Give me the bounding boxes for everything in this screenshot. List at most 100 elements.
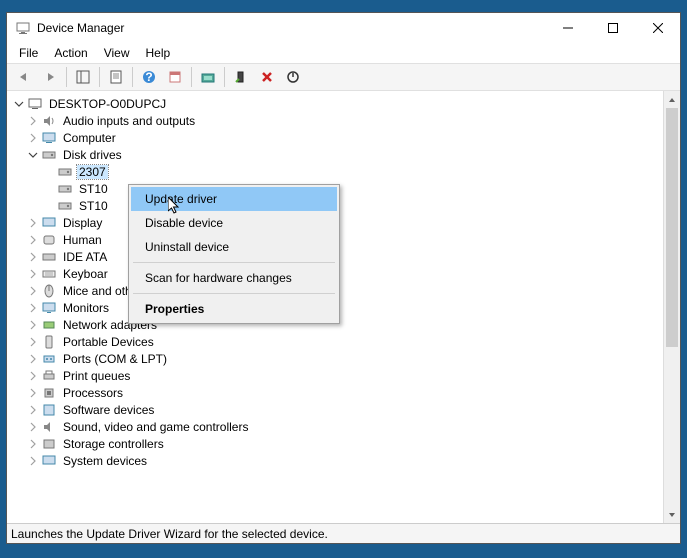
expander-icon[interactable] bbox=[25, 385, 41, 401]
expander-icon[interactable] bbox=[25, 419, 41, 435]
expander-icon[interactable] bbox=[25, 113, 41, 129]
expander-icon[interactable] bbox=[25, 368, 41, 384]
context-separator bbox=[133, 262, 335, 263]
tree-category-processors[interactable]: Processors bbox=[11, 384, 663, 401]
menu-help[interactable]: Help bbox=[138, 44, 179, 62]
computer-icon bbox=[27, 96, 43, 112]
portable-icon bbox=[41, 334, 57, 350]
expander-icon[interactable] bbox=[25, 249, 41, 265]
properties-button[interactable] bbox=[104, 65, 128, 89]
tree-category-printqueues[interactable]: Print queues bbox=[11, 367, 663, 384]
tree-node-label: Ports (COM & LPT) bbox=[61, 352, 169, 366]
tree-node-label: Sound, video and game controllers bbox=[61, 420, 250, 434]
computer-icon bbox=[41, 130, 57, 146]
tree-node-label: Audio inputs and outputs bbox=[61, 114, 197, 128]
context-disable-device[interactable]: Disable device bbox=[131, 211, 337, 235]
tree-node-label: Storage controllers bbox=[61, 437, 166, 451]
menu-view[interactable]: View bbox=[96, 44, 138, 62]
scroll-track[interactable] bbox=[664, 108, 680, 506]
disable-button[interactable] bbox=[281, 65, 305, 89]
tree-node-label: Monitors bbox=[61, 301, 111, 315]
uninstall-button[interactable] bbox=[255, 65, 279, 89]
update-driver-button[interactable] bbox=[229, 65, 253, 89]
content-area: DESKTOP-O0DUPCJ Audio inputs and outputs… bbox=[7, 91, 680, 523]
tree-category-portable[interactable]: Portable Devices bbox=[11, 333, 663, 350]
mouse-icon bbox=[41, 283, 57, 299]
expander-icon[interactable] bbox=[25, 334, 41, 350]
tree-node-label: Display bbox=[61, 216, 104, 230]
expander-icon[interactable] bbox=[11, 96, 27, 112]
tree-node-label: Software devices bbox=[61, 403, 156, 417]
printer-icon bbox=[41, 368, 57, 384]
tree-category-storage[interactable]: Storage controllers bbox=[11, 435, 663, 452]
software-icon bbox=[41, 402, 57, 418]
disk-icon bbox=[41, 147, 57, 163]
window-controls bbox=[545, 13, 680, 43]
expander-icon[interactable] bbox=[25, 453, 41, 469]
tree-category-ports[interactable]: Ports (COM & LPT) bbox=[11, 350, 663, 367]
toolbar: ? bbox=[7, 63, 680, 91]
tree-node-label: Processors bbox=[61, 386, 125, 400]
toolbar-separator bbox=[132, 67, 133, 87]
expander-icon[interactable] bbox=[25, 300, 41, 316]
tree-node-label: Print queues bbox=[61, 369, 132, 383]
context-scan-hardware[interactable]: Scan for hardware changes bbox=[131, 266, 337, 290]
cpu-icon bbox=[41, 385, 57, 401]
display-icon bbox=[41, 215, 57, 231]
toolbar-separator bbox=[224, 67, 225, 87]
tree-category-software[interactable]: Software devices bbox=[11, 401, 663, 418]
expander-icon[interactable] bbox=[25, 351, 41, 367]
scroll-down-button[interactable] bbox=[664, 506, 680, 523]
expander-icon[interactable] bbox=[25, 232, 41, 248]
expander-icon[interactable] bbox=[25, 402, 41, 418]
context-uninstall-device[interactable]: Uninstall device bbox=[131, 235, 337, 259]
ide-icon bbox=[41, 249, 57, 265]
tree-device-disk[interactable]: 2307 bbox=[11, 163, 663, 180]
expander-icon[interactable] bbox=[25, 266, 41, 282]
network-icon bbox=[41, 317, 57, 333]
tree-node-label: IDE ATA bbox=[61, 250, 109, 264]
port-icon bbox=[41, 351, 57, 367]
expander-icon[interactable] bbox=[25, 317, 41, 333]
expander-icon[interactable] bbox=[25, 215, 41, 231]
forward-button[interactable] bbox=[38, 65, 62, 89]
back-button[interactable] bbox=[12, 65, 36, 89]
tree-category-disk-drives[interactable]: Disk drives bbox=[11, 146, 663, 163]
scroll-thumb[interactable] bbox=[666, 108, 678, 347]
toolbar-separator bbox=[191, 67, 192, 87]
expander-icon[interactable] bbox=[25, 436, 41, 452]
context-update-driver[interactable]: Update driver bbox=[131, 187, 337, 211]
maximize-button[interactable] bbox=[590, 13, 635, 43]
context-properties[interactable]: Properties bbox=[131, 297, 337, 321]
help-button[interactable]: ? bbox=[137, 65, 161, 89]
menu-file[interactable]: File bbox=[11, 44, 46, 62]
action-button[interactable] bbox=[163, 65, 187, 89]
context-separator bbox=[133, 293, 335, 294]
hid-icon bbox=[41, 232, 57, 248]
menu-action[interactable]: Action bbox=[46, 44, 95, 62]
expander-icon[interactable] bbox=[25, 283, 41, 299]
tree-node-label: 2307 bbox=[77, 165, 108, 179]
tree-category-audio[interactable]: Audio inputs and outputs bbox=[11, 112, 663, 129]
tree-node-label: Disk drives bbox=[61, 148, 124, 162]
show-hide-tree-button[interactable] bbox=[71, 65, 95, 89]
tree-category-system[interactable]: System devices bbox=[11, 452, 663, 469]
expander-icon[interactable] bbox=[25, 147, 41, 163]
window-title: Device Manager bbox=[37, 21, 545, 35]
tree-category-sound[interactable]: Sound, video and game controllers bbox=[11, 418, 663, 435]
vertical-scrollbar[interactable] bbox=[663, 91, 680, 523]
close-button[interactable] bbox=[635, 13, 680, 43]
tree-root[interactable]: DESKTOP-O0DUPCJ bbox=[11, 95, 663, 112]
expander-icon[interactable] bbox=[25, 130, 41, 146]
menubar: File Action View Help bbox=[7, 43, 680, 63]
app-icon bbox=[15, 20, 31, 36]
scroll-up-button[interactable] bbox=[664, 91, 680, 108]
tree-node-label: ST10 bbox=[77, 199, 110, 213]
toolbar-separator bbox=[66, 67, 67, 87]
disk-icon bbox=[57, 181, 73, 197]
tree-category-computer[interactable]: Computer bbox=[11, 129, 663, 146]
tree-node-label: System devices bbox=[61, 454, 149, 468]
minimize-button[interactable] bbox=[545, 13, 590, 43]
scan-hardware-button[interactable] bbox=[196, 65, 220, 89]
statusbar: Launches the Update Driver Wizard for th… bbox=[7, 523, 680, 543]
